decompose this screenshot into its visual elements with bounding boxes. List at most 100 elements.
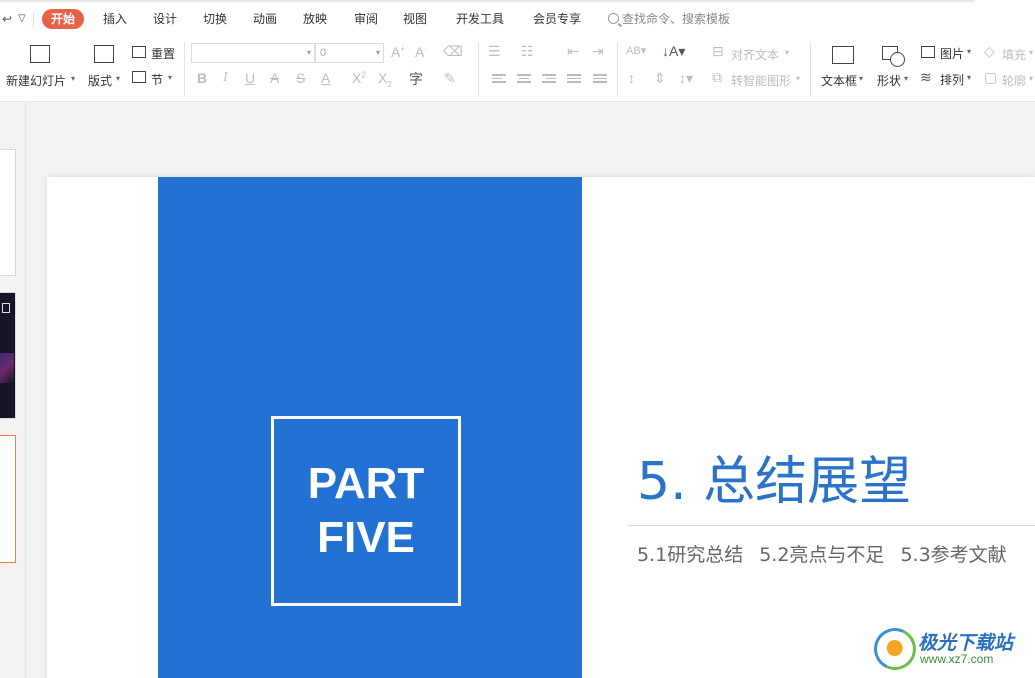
tab-home[interactable]: 开始 bbox=[42, 9, 85, 29]
smart-art-dropdown-icon[interactable]: ▾ bbox=[796, 74, 800, 83]
align-left-icon[interactable] bbox=[492, 74, 506, 86]
layers-icon: ≋ bbox=[920, 69, 932, 85]
ribbon-separator bbox=[478, 42, 479, 96]
tab-animations[interactable]: 动画 bbox=[253, 9, 277, 29]
align-text-icon[interactable]: ⊟ bbox=[712, 43, 724, 60]
strikethrough-icon[interactable]: A bbox=[270, 70, 279, 86]
thumbnail-graphic bbox=[0, 353, 14, 383]
slide-canvas[interactable]: PART FIVE 5. 总结展望 5.1研究总结 5.2亮点与不足 5.3参考文献 bbox=[47, 177, 1035, 678]
tab-insert[interactable]: 插入 bbox=[103, 9, 127, 29]
quick-access-dropdown-icon[interactable]: ▽ bbox=[18, 13, 26, 24]
reset-label: 重置 bbox=[151, 47, 176, 61]
outline-icon: ▢ bbox=[984, 69, 998, 85]
superscript-icon[interactable]: X2 bbox=[352, 70, 366, 86]
decrease-font-icon[interactable]: A- bbox=[415, 44, 427, 60]
tab-slideshow[interactable]: 放映 bbox=[303, 9, 327, 29]
font-size-value: 0 bbox=[320, 47, 327, 59]
chevron-down-icon: ▾ bbox=[375, 48, 380, 57]
italic-icon[interactable]: I bbox=[223, 70, 228, 86]
fill-dropdown-icon[interactable]: ▾ bbox=[1029, 48, 1033, 57]
tab-view[interactable]: 视图 bbox=[403, 9, 427, 29]
fill-bucket-icon: ◇ bbox=[984, 43, 995, 59]
layout-dropdown-icon[interactable]: ▾ bbox=[116, 74, 120, 83]
smart-art-label[interactable]: 转智能图形 bbox=[731, 72, 791, 89]
slide-thumbnail-selected[interactable] bbox=[0, 435, 16, 563]
tab-transitions[interactable]: 切换 bbox=[203, 9, 227, 29]
highlight-icon[interactable]: ✎ bbox=[444, 70, 456, 87]
text-sort-icon[interactable]: ↓A▾ bbox=[662, 43, 685, 60]
watermark-logo: 极光下载站 www.xz7.com bbox=[868, 622, 1032, 676]
bullet-list-icon[interactable]: ☰ bbox=[488, 43, 501, 60]
subscript-icon[interactable]: X2 bbox=[378, 70, 392, 89]
font-size-select[interactable]: 0 ▾ bbox=[315, 43, 384, 63]
menu-bar: ↩ ▽ 开始 插入 设计 切换 动画 放映 审阅 视图 开发工具 会员专享 查找… bbox=[0, 0, 1035, 38]
blue-side-panel[interactable]: PART FIVE bbox=[158, 177, 582, 678]
justify-icon[interactable] bbox=[567, 74, 581, 86]
smart-art-icon[interactable]: ⧉ bbox=[712, 69, 722, 86]
distribute-icon[interactable] bbox=[593, 74, 607, 86]
increase-font-icon[interactable]: A+ bbox=[391, 44, 405, 60]
align-text-dropdown-icon[interactable]: ▾ bbox=[785, 48, 789, 57]
clear-format-icon[interactable]: ⌫ bbox=[443, 43, 463, 60]
tab-review[interactable]: 审阅 bbox=[354, 9, 378, 29]
chevron-down-icon: ▾ bbox=[306, 48, 311, 57]
subtopic-item: 5.3参考文献 bbox=[900, 544, 1007, 566]
slide-thumbnail[interactable] bbox=[0, 149, 16, 276]
fill-label: 填充 bbox=[1002, 48, 1027, 62]
ribbon-toolbar: 新建幻灯片 ▾ 版式 ▾ 重置 节 ▾ ▾ 0 ▾ A+ A- ⌫ B I U A… bbox=[0, 38, 1035, 102]
section-label: 节 bbox=[151, 73, 164, 87]
section-title[interactable]: 5. 总结展望 bbox=[637, 439, 911, 514]
command-search-placeholder: 查找命令、搜索模板 bbox=[622, 12, 731, 26]
section-icon bbox=[132, 71, 146, 83]
undo-icon[interactable]: ↩ bbox=[2, 12, 12, 26]
logo-orb-icon bbox=[868, 622, 922, 676]
font-color-icon[interactable]: A bbox=[321, 70, 330, 86]
picture-dropdown-icon[interactable]: ▾ bbox=[967, 47, 971, 56]
tab-developer[interactable]: 开发工具 bbox=[456, 9, 504, 29]
align-right-icon[interactable] bbox=[542, 74, 556, 86]
section-dropdown-icon[interactable]: ▾ bbox=[168, 73, 172, 82]
shape-label: 形状 bbox=[877, 74, 902, 88]
shape-circle-icon bbox=[890, 52, 905, 67]
slide-thumbnail[interactable] bbox=[0, 292, 16, 419]
part-number-label: FIVE bbox=[317, 513, 415, 562]
thumbnail-frame-icon bbox=[2, 303, 10, 313]
increase-indent-icon[interactable]: ⇥ bbox=[592, 43, 604, 60]
pane-divider[interactable] bbox=[25, 102, 26, 678]
slide-thumbnails-pane bbox=[0, 102, 25, 678]
command-search[interactable]: 查找命令、搜索模板 bbox=[608, 9, 730, 29]
window-top-edge bbox=[0, 0, 975, 2]
new-slide-icon bbox=[30, 45, 50, 63]
align-text-label[interactable]: 对齐文本 bbox=[731, 46, 779, 63]
arrange-label: 排列 bbox=[940, 73, 965, 87]
arrange-dropdown-icon[interactable]: ▾ bbox=[967, 73, 971, 82]
search-icon bbox=[608, 13, 619, 24]
menu-separator bbox=[33, 13, 34, 27]
spacing-options-icon[interactable]: ↕▾ bbox=[679, 70, 693, 87]
phonetic-guide-icon[interactable]: 字 bbox=[409, 69, 423, 89]
subtopic-list[interactable]: 5.1研究总结 5.2亮点与不足 5.3参考文献 bbox=[637, 540, 1023, 567]
outline-label: 轮廓 bbox=[1002, 74, 1027, 88]
tab-member[interactable]: 会员专享 bbox=[533, 9, 581, 29]
shadow-text-icon[interactable]: S bbox=[296, 70, 305, 86]
text-box-label: 文本框 bbox=[821, 74, 858, 88]
new-slide-dropdown-icon[interactable]: ▾ bbox=[71, 74, 75, 83]
decrease-indent-icon[interactable]: ⇤ bbox=[567, 43, 579, 60]
outline-dropdown-icon[interactable]: ▾ bbox=[1029, 74, 1033, 83]
tab-design[interactable]: 设计 bbox=[153, 9, 177, 29]
part-number-box[interactable]: PART FIVE bbox=[271, 416, 461, 606]
underline-icon[interactable]: U bbox=[245, 70, 255, 86]
picture-icon bbox=[921, 46, 935, 58]
paragraph-spacing-icon[interactable]: ⇕ bbox=[654, 70, 666, 87]
ribbon-separator bbox=[617, 42, 618, 96]
numbered-list-icon[interactable]: ☷ bbox=[521, 43, 534, 60]
line-spacing-icon[interactable]: ↕ bbox=[628, 70, 635, 86]
bold-icon[interactable]: B bbox=[197, 70, 207, 86]
text-direction-icon[interactable]: AB▾ bbox=[626, 44, 646, 57]
align-center-icon[interactable] bbox=[517, 74, 531, 86]
shape-dropdown-icon[interactable]: ▾ bbox=[904, 74, 908, 83]
subtopic-item: 5.2亮点与不足 bbox=[759, 544, 885, 566]
font-name-select[interactable]: ▾ bbox=[191, 43, 315, 63]
layout-icon bbox=[94, 45, 114, 63]
text-box-dropdown-icon[interactable]: ▾ bbox=[859, 74, 863, 83]
